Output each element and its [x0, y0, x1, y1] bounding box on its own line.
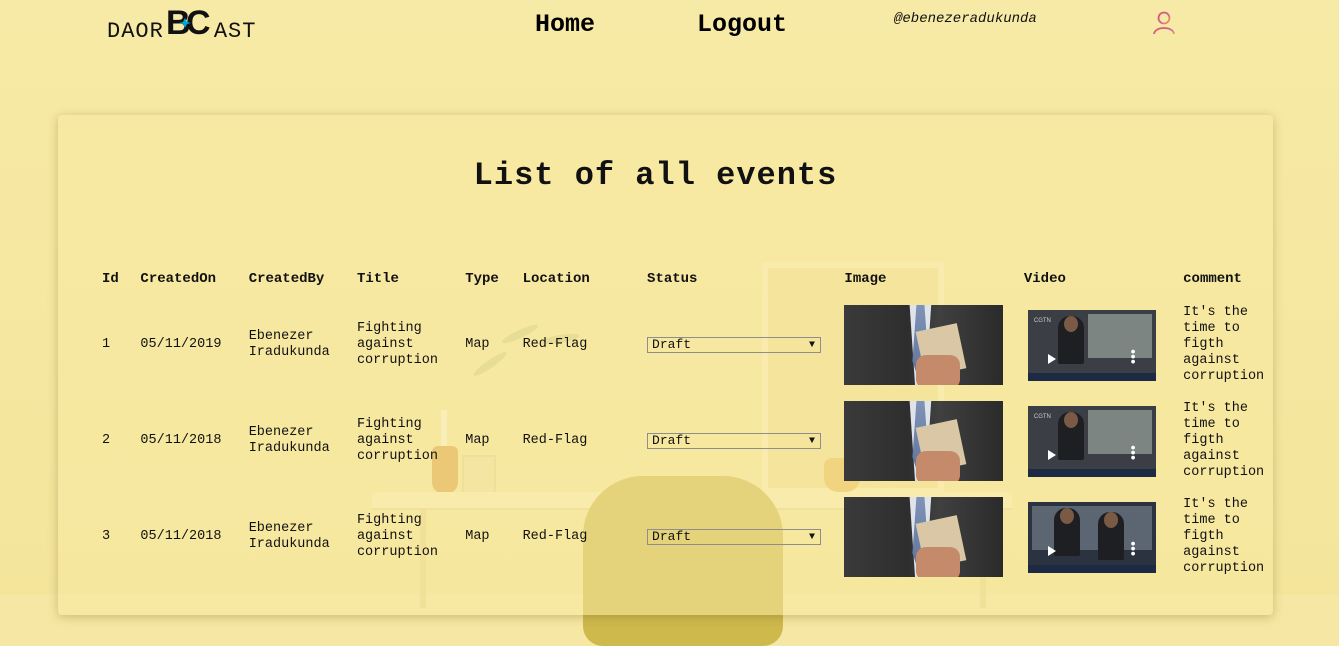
- cell-video: •••: [1024, 489, 1183, 585]
- cell-type: Map: [465, 433, 490, 448]
- column-header-id: Id: [102, 271, 119, 287]
- username-label[interactable]: @ebenezeradukunda: [894, 11, 1037, 27]
- nav-logout-link[interactable]: Logout: [697, 10, 787, 39]
- cell-created-by: Ebenezer Iradukunda: [248, 329, 330, 360]
- cell-status: Draft ▼: [647, 393, 844, 489]
- more-vertical-icon[interactable]: •••: [1129, 442, 1137, 466]
- cell-id: 2: [102, 433, 111, 448]
- cell-location: Red-Flag: [522, 337, 588, 352]
- table-row: 3 05/11/2018 Ebenezer Iradukunda Fightin…: [94, 489, 1273, 585]
- logo-text-right: AST: [213, 19, 257, 44]
- video-channel-logo: CGTN: [1033, 317, 1051, 324]
- cell-id: 1: [102, 337, 111, 352]
- event-video-player[interactable]: •••: [1027, 501, 1156, 573]
- events-table: Id CreatedOn CreatedBy Title Type Locati…: [94, 271, 1273, 585]
- cell-location: Red-Flag: [522, 529, 588, 544]
- cell-location: Red-Flag: [522, 433, 588, 448]
- cell-comment: It's the time to figth against corruptio…: [1183, 401, 1265, 480]
- cell-image: [844, 297, 1023, 393]
- play-icon[interactable]: [1047, 449, 1056, 460]
- column-header-createdon: CreatedOn: [140, 271, 217, 287]
- events-card: List of all events Id CreatedOn CreatedB…: [58, 115, 1273, 615]
- play-icon[interactable]: [1047, 545, 1056, 556]
- cell-created-on: 05/11/2018: [140, 433, 222, 448]
- status-select[interactable]: Draft ▼: [647, 337, 822, 353]
- column-header-image: Image: [844, 271, 887, 287]
- column-header-comment: comment: [1183, 271, 1242, 287]
- cell-created-by: Ebenezer Iradukunda: [248, 521, 330, 552]
- nav-home-link[interactable]: Home: [535, 10, 595, 39]
- column-header-type: Type: [465, 271, 499, 287]
- logo-bc-mark: B C: [166, 4, 212, 42]
- play-icon[interactable]: [1047, 353, 1056, 364]
- table-header-row: Id CreatedOn CreatedBy Title Type Locati…: [94, 271, 1273, 297]
- cell-created-on: 05/11/2019: [140, 337, 222, 352]
- cell-status: Draft ▼: [647, 489, 844, 585]
- status-select-value: Draft: [652, 433, 692, 448]
- cell-title: Fighting against corruption: [356, 513, 438, 560]
- event-image[interactable]: [844, 305, 1004, 385]
- page-title: List of all events: [473, 157, 838, 194]
- brand-logo[interactable]: DAOR B C AST: [107, 4, 257, 44]
- svg-text:C: C: [186, 4, 212, 38]
- column-header-location: Location: [522, 271, 590, 287]
- table-row: 1 05/11/2019 Ebenezer Iradukunda Fightin…: [94, 297, 1273, 393]
- status-select[interactable]: Draft ▼: [647, 529, 822, 545]
- cell-comment: It's the time to figth against corruptio…: [1183, 305, 1265, 384]
- cell-comment: It's the time to figth against corruptio…: [1183, 497, 1265, 576]
- cell-id: 3: [102, 529, 111, 544]
- chevron-down-icon: ▼: [809, 532, 816, 543]
- cell-created-by: Ebenezer Iradukunda: [248, 425, 330, 456]
- cell-title: Fighting against corruption: [356, 321, 438, 368]
- event-image[interactable]: [844, 497, 1004, 577]
- chevron-down-icon: ▼: [809, 436, 816, 447]
- logo-text-left: DAOR: [107, 19, 164, 44]
- top-navbar: DAOR B C AST Home Logout @ebenezeradukun…: [0, 0, 1339, 50]
- more-vertical-icon[interactable]: •••: [1129, 346, 1137, 370]
- video-channel-logo: CGTN: [1033, 413, 1051, 420]
- column-header-createdby: CreatedBy: [248, 271, 325, 287]
- cell-type: Map: [465, 337, 490, 352]
- column-header-title: Title: [356, 271, 399, 287]
- column-header-status: Status: [647, 271, 698, 287]
- more-vertical-icon[interactable]: •••: [1129, 538, 1137, 562]
- cell-image: [844, 393, 1023, 489]
- column-header-video: Video: [1023, 271, 1066, 287]
- cell-image: [844, 489, 1023, 585]
- cell-type: Map: [465, 529, 490, 544]
- chevron-down-icon: ▼: [809, 340, 816, 351]
- table-row: 2 05/11/2018 Ebenezer Iradukunda Fightin…: [94, 393, 1273, 489]
- user-icon[interactable]: [1152, 10, 1176, 36]
- cell-video: CGTN •••: [1024, 393, 1183, 489]
- cell-title: Fighting against corruption: [356, 417, 438, 464]
- cell-video: CGTN •••: [1024, 297, 1183, 393]
- status-select-value: Draft: [652, 337, 692, 352]
- event-video-player[interactable]: CGTN •••: [1027, 309, 1156, 381]
- cell-status: Draft ▼: [647, 297, 844, 393]
- status-select[interactable]: Draft ▼: [647, 433, 822, 449]
- status-select-value: Draft: [652, 529, 692, 544]
- event-image[interactable]: [844, 401, 1004, 481]
- event-video-player[interactable]: CGTN •••: [1027, 405, 1156, 477]
- cell-created-on: 05/11/2018: [140, 529, 222, 544]
